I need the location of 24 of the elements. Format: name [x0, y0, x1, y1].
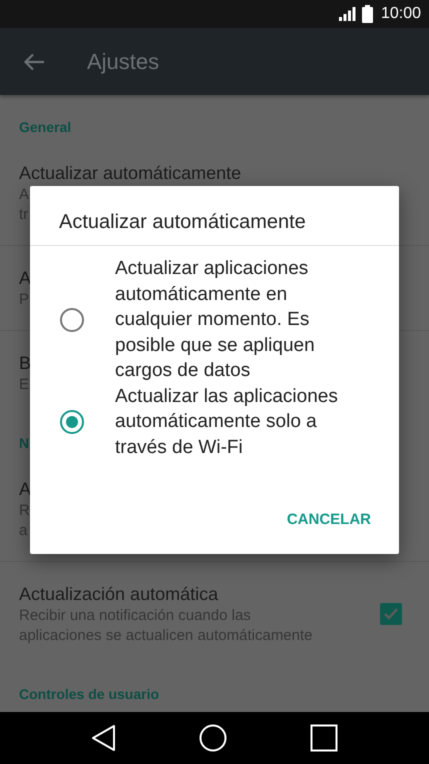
- setting-title: A: [19, 478, 32, 501]
- battery-icon: [362, 5, 373, 23]
- dialog-title: Actualizar automáticamente: [30, 186, 399, 246]
- radio-button[interactable]: [60, 410, 84, 434]
- recents-icon[interactable]: [310, 724, 338, 752]
- setting-title: Actualizar automáticamente: [19, 162, 242, 185]
- signal-icon: [338, 7, 356, 21]
- setting-title: B: [19, 352, 32, 375]
- section-header: N: [19, 435, 30, 451]
- back-arrow-icon[interactable]: [23, 52, 45, 70]
- radio-button[interactable]: [60, 308, 84, 332]
- status-time: 10:00: [380, 5, 421, 23]
- app-bar-title: Ajustes: [87, 48, 160, 74]
- setting-title: Actualización automática: [19, 583, 218, 606]
- setting-title: A: [19, 267, 32, 290]
- option-label[interactable]: Actualizar aplicaciones automáticamente en cualquier momento. Es posible que se apliquen cargos de datos: [115, 256, 339, 384]
- checkbox[interactable]: [380, 603, 402, 625]
- section-header: General: [19, 119, 72, 135]
- option-label[interactable]: Actualizar las aplicaciones automáticamente solo a través de Wi-Fi: [115, 384, 339, 460]
- checkmark-icon: [383, 607, 399, 621]
- home-icon[interactable]: [199, 724, 228, 752]
- back-icon[interactable]: [91, 724, 118, 752]
- cancel-button[interactable]: CANCELAR: [276, 505, 381, 534]
- section-header: Controles de usuario: [19, 686, 160, 702]
